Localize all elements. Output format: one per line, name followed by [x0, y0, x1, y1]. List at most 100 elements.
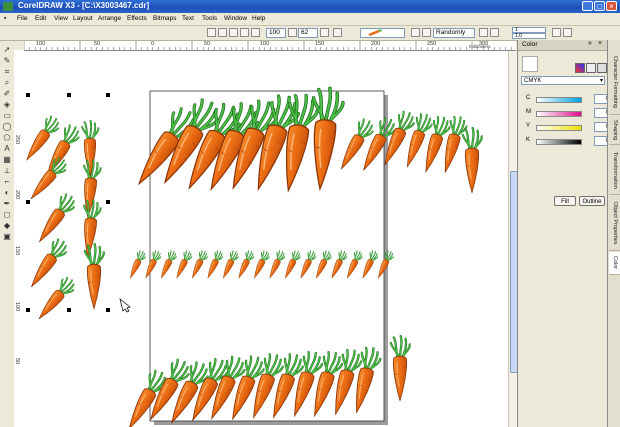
carrot-object[interactable]	[32, 274, 79, 325]
rectangle-icon: ▭	[3, 111, 11, 120]
eyedropper-icon: ✒	[3, 199, 11, 208]
lock-icon[interactable]	[333, 28, 342, 37]
color-slider-icon[interactable]	[597, 63, 607, 73]
polygon-tool[interactable]: ⬠	[2, 133, 12, 142]
horizontal-ruler[interactable]: 100 50 0 50 100 150 200 250 300 millimet…	[24, 41, 516, 51]
yellow-slider[interactable]	[536, 125, 582, 131]
carrot-object[interactable]	[24, 235, 72, 293]
menu-doc-icon[interactable]: ▪	[4, 15, 6, 22]
color-palette-icon[interactable]	[586, 63, 596, 73]
connector-tool[interactable]: ⌐	[2, 177, 12, 186]
menu-window[interactable]: Window	[224, 15, 247, 22]
magenta-slider[interactable]	[536, 111, 582, 117]
spray-icon[interactable]	[229, 28, 238, 37]
dimension-icon: ⟂	[4, 166, 10, 175]
tab-transformation[interactable]: Transformation	[609, 146, 620, 195]
drawing-canvas[interactable]	[24, 51, 508, 427]
blend-icon: ◐	[4, 188, 10, 197]
spray-list-dropdown[interactable]	[360, 28, 405, 38]
spacing-field-2[interactable]: 1.0	[512, 33, 546, 39]
shape-tool[interactable]: ✎	[2, 56, 12, 65]
carrot-object[interactable]	[389, 334, 411, 402]
magenta-label: M	[526, 109, 531, 115]
canvas-artwork	[24, 85, 483, 427]
tab-character-formatting[interactable]: Character Formatting	[609, 50, 620, 115]
docker-title: Color	[522, 41, 538, 48]
delete-spray-icon[interactable]	[422, 28, 431, 37]
preset-icon[interactable]	[207, 28, 216, 37]
docker-tab-strip: Character Formatting Shaping Transformat…	[607, 40, 620, 427]
angle-field[interactable]: 100	[266, 28, 286, 38]
cyan-slider[interactable]	[536, 97, 582, 103]
yellow-label: Y	[526, 123, 531, 129]
menu-text[interactable]: Text	[182, 15, 194, 22]
calligraphic-icon[interactable]	[240, 28, 249, 37]
smart-fill-icon: ◈	[3, 100, 11, 109]
zoom-tool[interactable]: ⌕	[2, 78, 12, 87]
color-viewer-icon[interactable]	[575, 63, 585, 73]
scale-icon[interactable]	[320, 28, 329, 37]
size-field[interactable]: 62	[298, 28, 318, 38]
menu-bitmaps[interactable]: Bitmaps	[153, 15, 176, 22]
save-spray-icon[interactable]	[411, 28, 420, 37]
cyan-label: C	[526, 95, 531, 101]
menu-bar: ▪ File Edit View Layout Arrange Effects …	[0, 13, 620, 26]
carrot-object[interactable]	[126, 249, 148, 281]
fill-tool[interactable]: ◆	[2, 221, 12, 230]
menu-help[interactable]: Help	[252, 15, 265, 22]
tab-color[interactable]: Color	[609, 252, 620, 275]
menu-tools[interactable]: Tools	[202, 15, 217, 22]
freehand-icon: ✐	[3, 89, 11, 98]
v-tick-label: 200	[14, 190, 20, 200]
crop-tool[interactable]: ⌗	[2, 67, 12, 76]
docker-close-icon[interactable]: ×	[598, 40, 602, 47]
tab-object-properties[interactable]: Object Properties	[609, 196, 620, 251]
text-tool[interactable]: A	[2, 144, 12, 153]
pick-tool[interactable]: ➚	[2, 45, 12, 54]
shape-icon: ✎	[3, 56, 11, 65]
fill-button[interactable]: Fill	[554, 196, 576, 206]
minimize-button[interactable]: _	[582, 1, 593, 11]
window-title: CorelDRAW X3 - [C:\X3003467.cdr]	[18, 1, 150, 10]
menu-effects[interactable]: Effects	[127, 15, 147, 22]
property-bar: 100 62 Randomly 1 1.0	[0, 26, 620, 41]
smoothing-icon[interactable]	[288, 28, 297, 37]
table-tool[interactable]: ▦	[2, 155, 12, 164]
rectangle-tool[interactable]: ▭	[2, 111, 12, 120]
rotation-icon[interactable]	[490, 28, 499, 37]
color-model-select[interactable]: CMYK ▾	[521, 76, 605, 85]
tab-shaping[interactable]: Shaping	[609, 116, 620, 145]
offset-icon[interactable]	[552, 28, 561, 37]
close-button[interactable]: ×	[606, 1, 617, 11]
menu-layout[interactable]: Layout	[73, 15, 93, 22]
color-model-value: CMYK	[524, 78, 542, 84]
menu-file[interactable]: File	[17, 15, 27, 22]
v-tick-label: 250	[14, 135, 20, 145]
toolbox: ➚ ✎ ⌗ ⌕ ✐ ◈ ▭ ◯ ⬠ A ▦ ⟂ ⌐ ◐ ✒ ◻ ◆ ▣	[0, 41, 15, 427]
maximize-button[interactable]: □	[594, 1, 605, 11]
dimension-tool[interactable]: ⟂	[2, 166, 12, 175]
add-to-playlist-icon[interactable]	[479, 28, 488, 37]
mouse-cursor-icon	[119, 298, 131, 313]
menu-edit[interactable]: Edit	[35, 15, 46, 22]
docker-menu-icon[interactable]: »	[588, 40, 592, 47]
menu-arrange[interactable]: Arrange	[98, 15, 121, 22]
brush-icon[interactable]	[218, 28, 227, 37]
black-slider[interactable]	[536, 139, 582, 145]
connector-icon: ⌐	[4, 177, 10, 186]
spray-order-select[interactable]: Randomly	[433, 28, 475, 38]
ellipse-tool[interactable]: ◯	[2, 122, 12, 131]
outline-button[interactable]: Outline	[579, 196, 605, 206]
outline-tool[interactable]: ◻	[2, 210, 12, 219]
blend-tool[interactable]: ◐	[2, 188, 12, 197]
pressure-icon[interactable]	[251, 28, 260, 37]
menu-view[interactable]: View	[54, 15, 68, 22]
carrot-object[interactable]	[24, 154, 71, 205]
reset-icon[interactable]	[563, 28, 572, 37]
freehand-tool[interactable]: ✐	[2, 89, 12, 98]
carrot-object[interactable]	[32, 190, 80, 248]
eyedropper-tool[interactable]: ✒	[2, 199, 12, 208]
interactive-fill-tool[interactable]: ▣	[2, 232, 12, 241]
carrot-object[interactable]	[461, 126, 483, 194]
smart-fill-tool[interactable]: ◈	[2, 100, 12, 109]
